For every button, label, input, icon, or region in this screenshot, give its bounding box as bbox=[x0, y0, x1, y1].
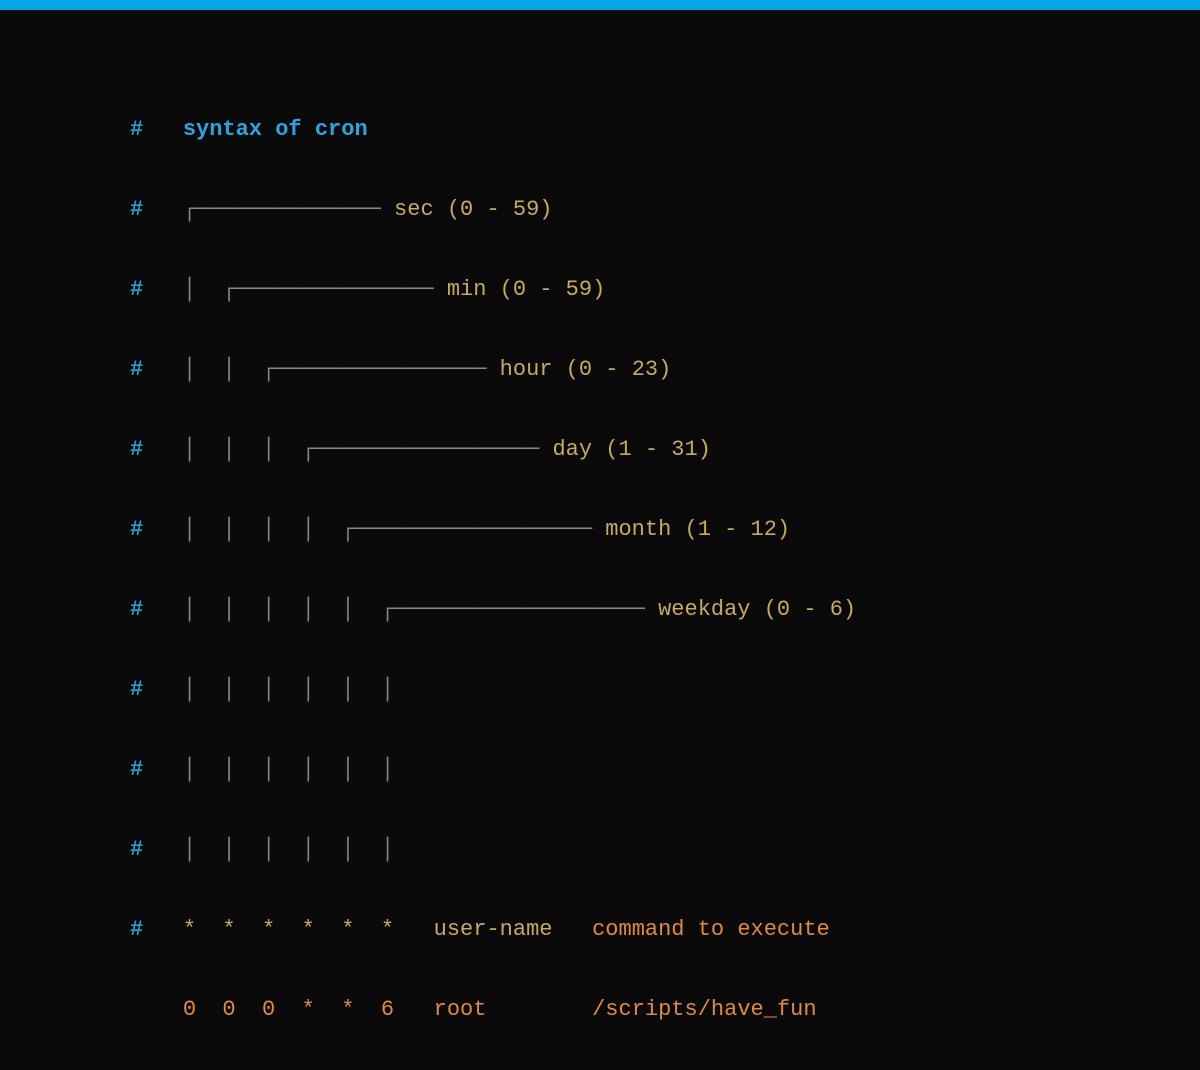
row-template: # * * * * * * user-name command to execu… bbox=[130, 910, 1200, 950]
row-pipes-1: # │ │ │ │ │ │ bbox=[130, 670, 1200, 710]
label-min: min (0 - 59) bbox=[447, 277, 605, 302]
label-day: day (1 - 31) bbox=[552, 437, 710, 462]
row-title: # syntax of cron bbox=[130, 110, 1200, 150]
user-label: user-name bbox=[434, 917, 553, 942]
example-command: /scripts/have_fun bbox=[592, 997, 816, 1022]
title: syntax of cron bbox=[183, 117, 368, 142]
label-hour: hour (0 - 23) bbox=[500, 357, 672, 382]
cron-diagram: # syntax of cron # ┌────────────── sec (… bbox=[0, 10, 1200, 1070]
label-sec: sec (0 - 59) bbox=[394, 197, 552, 222]
example-fields: 0 0 0 * * 6 bbox=[183, 997, 394, 1022]
row-day: # │ │ │ ┌───────────────── day (1 - 31) bbox=[130, 430, 1200, 470]
row-month: # │ │ │ │ ┌────────────────── month (1 -… bbox=[130, 510, 1200, 550]
top-accent-bar bbox=[0, 0, 1200, 10]
row-hour: # │ │ ┌──────────────── hour (0 - 23) bbox=[130, 350, 1200, 390]
row-pipes-2: # │ │ │ │ │ │ bbox=[130, 750, 1200, 790]
example-user: root bbox=[434, 997, 487, 1022]
label-month: month (1 - 12) bbox=[605, 517, 790, 542]
template-stars: * * * * * * bbox=[183, 917, 394, 942]
row-weekday: # │ │ │ │ │ ┌─────────────────── weekday… bbox=[130, 590, 1200, 630]
row-sec: # ┌────────────── sec (0 - 59) bbox=[130, 190, 1200, 230]
label-weekday: weekday (0 - 6) bbox=[658, 597, 856, 622]
cmd-label: command to execute bbox=[592, 917, 830, 942]
row-pipes-3: # │ │ │ │ │ │ bbox=[130, 830, 1200, 870]
row-example: 0 0 0 * * 6 root /scripts/have_fun bbox=[130, 990, 1200, 1030]
row-min: # │ ┌─────────────── min (0 - 59) bbox=[130, 270, 1200, 310]
